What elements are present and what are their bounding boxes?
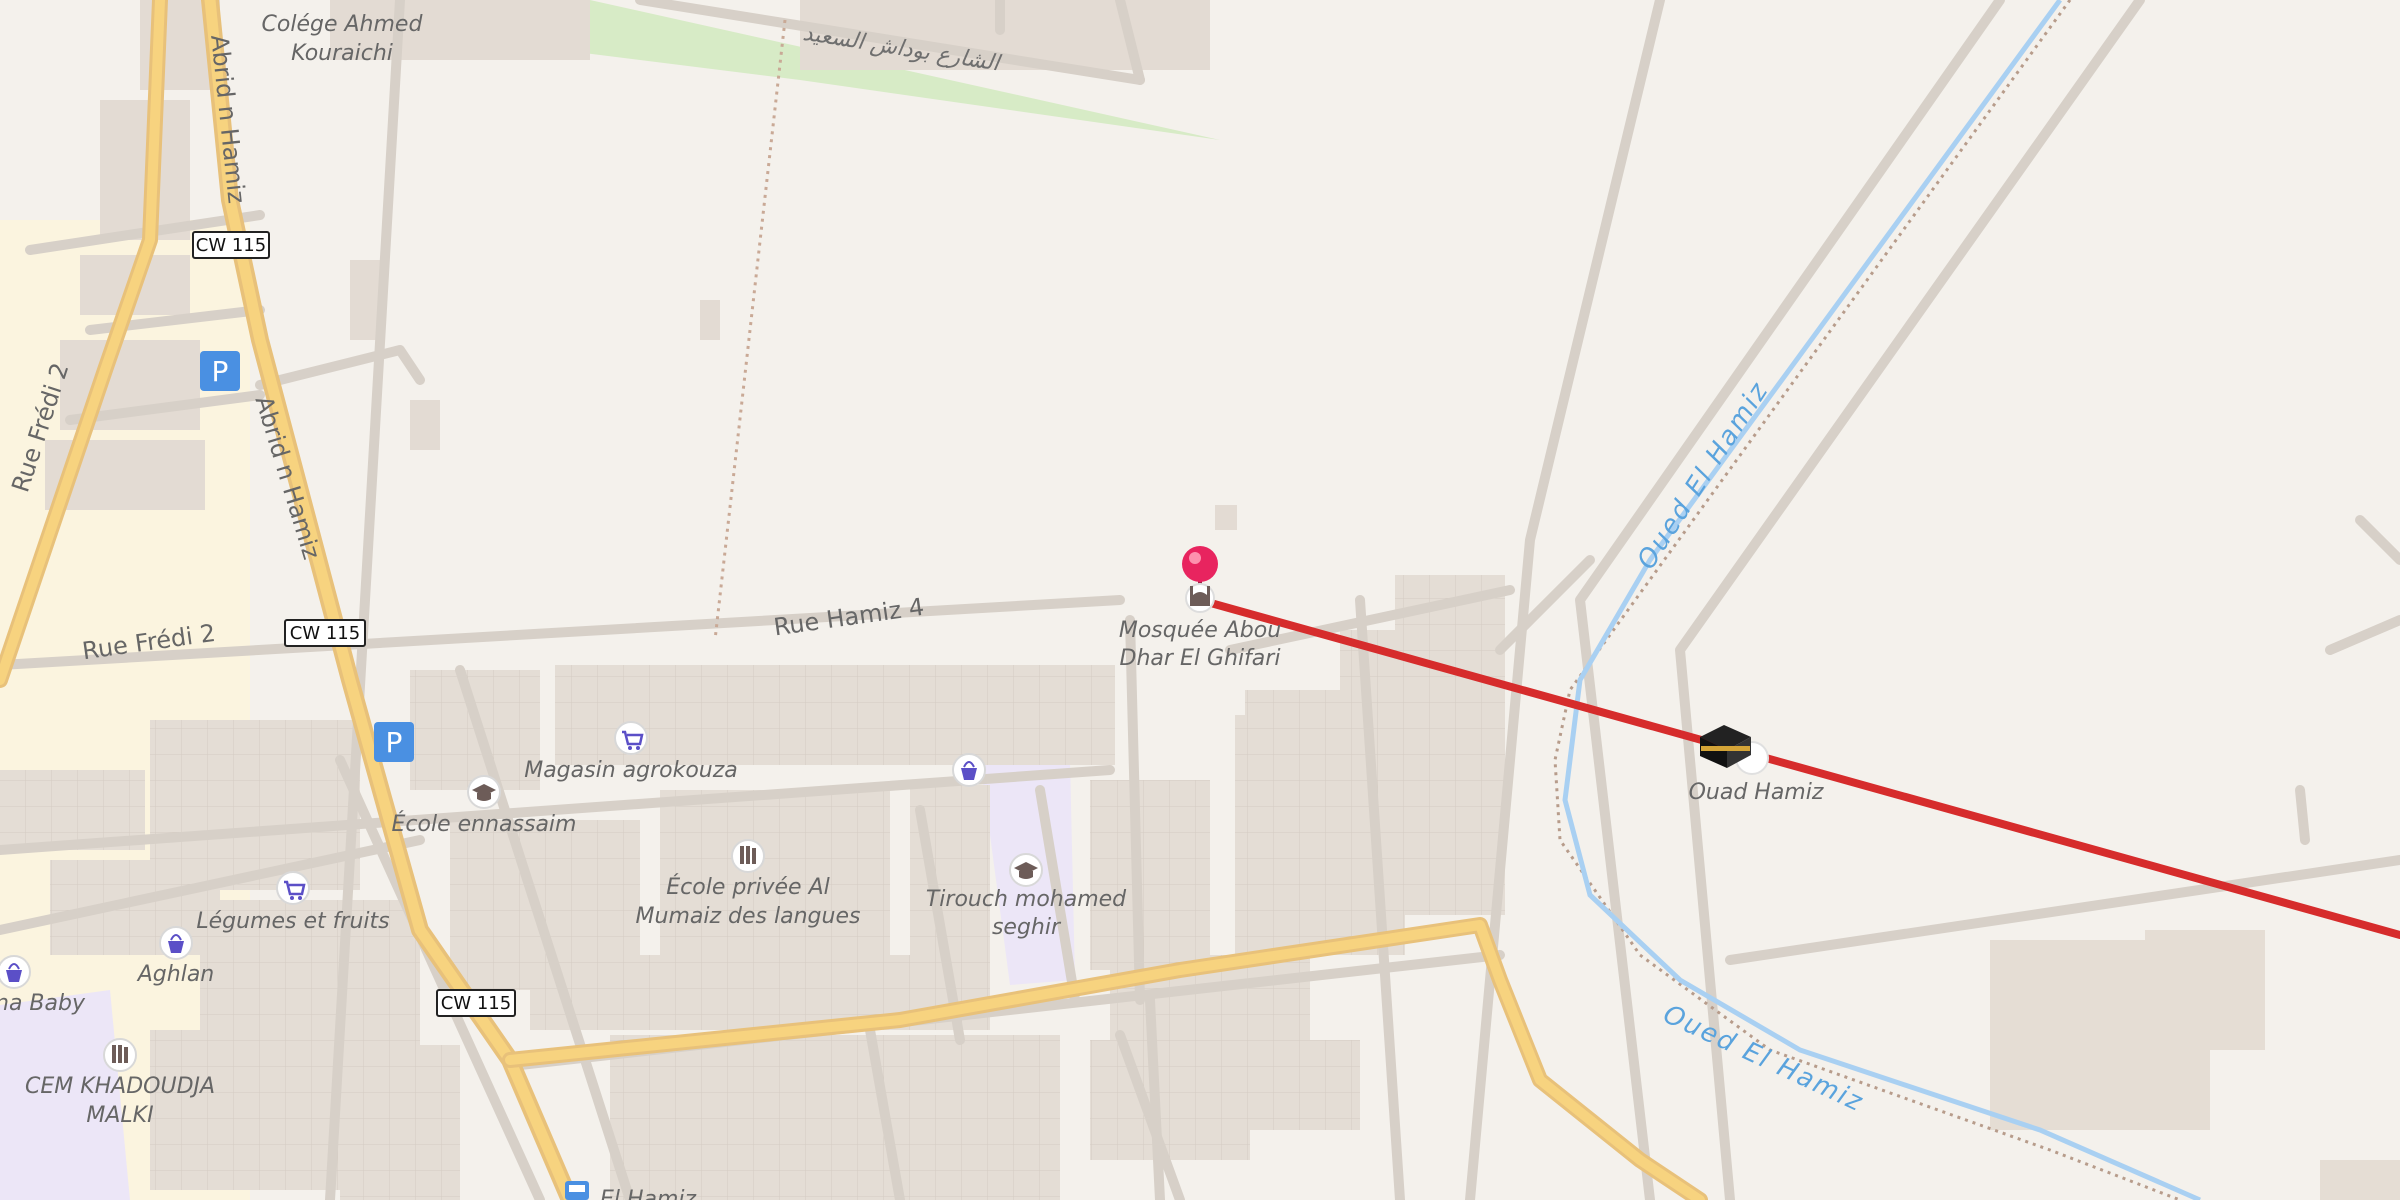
parking-icon[interactable]: P: [200, 351, 240, 391]
tirouch-label-line1: Tirouch mohamed: [926, 887, 1127, 912]
ouad-hamiz-label: Ouad Hamiz: [1689, 780, 1824, 805]
mosque-label-line2: Dhar El Ghifari: [1120, 646, 1281, 671]
road-shield-bottom: CW 115: [436, 989, 516, 1017]
bus-stop-icon[interactable]: [565, 1181, 589, 1200]
books-icon[interactable]: [731, 839, 765, 873]
college-label-line2: Kouraichi: [291, 41, 393, 66]
magasin-label: Magasin agrokouza: [524, 758, 738, 783]
parking-icon[interactable]: P: [374, 722, 414, 762]
cem-label-line2: MALKI: [86, 1103, 153, 1128]
road-shield-top: CW 115: [192, 231, 270, 259]
tirouch-label-line2: seghir: [992, 915, 1062, 940]
legumes-label: Légumes et fruits: [196, 909, 389, 934]
shopping-bag-icon[interactable]: [159, 926, 193, 960]
shopping-bag-icon[interactable]: [0, 955, 31, 989]
svg-text:P: P: [212, 355, 229, 388]
svg-text:P: P: [386, 726, 403, 759]
school-icon[interactable]: [1009, 853, 1043, 887]
map-canvas: CW 115 CW 115 CW 115 P P Colége Ahmed Ko…: [0, 0, 2400, 1200]
shopping-cart-icon[interactable]: [614, 721, 648, 755]
books-icon[interactable]: [103, 1038, 137, 1072]
svg-text:CW 115: CW 115: [196, 235, 266, 256]
school-icon[interactable]: [467, 775, 501, 809]
ecole-ennassaim-label: École ennassaim: [392, 811, 577, 837]
baby-label: na Baby: [0, 991, 86, 1016]
cem-label-line1: CEM KHADOUDJA: [25, 1074, 215, 1099]
aghlan-label: Aghlan: [136, 962, 215, 987]
road-shield-middle: CW 115: [284, 619, 366, 647]
ecole-privee-label-line1: École privée Al: [666, 874, 829, 900]
mosque-label-line1: Mosquée Abou: [1119, 618, 1281, 643]
svg-text:CW 115: CW 115: [290, 623, 360, 644]
shopping-bag-icon[interactable]: [952, 753, 986, 787]
mosque-icon[interactable]: [1185, 583, 1215, 613]
map-view[interactable]: CW 115 CW 115 CW 115 P P Colége Ahmed Ko…: [0, 0, 2400, 1200]
svg-text:CW 115: CW 115: [441, 993, 511, 1014]
shopping-cart-icon[interactable]: [276, 871, 310, 905]
college-label-line1: Colége Ahmed: [262, 12, 424, 37]
ecole-privee-label-line2: Mumaiz des langues: [636, 904, 861, 929]
el-hamiz-label: El Hamiz: [600, 1187, 697, 1200]
